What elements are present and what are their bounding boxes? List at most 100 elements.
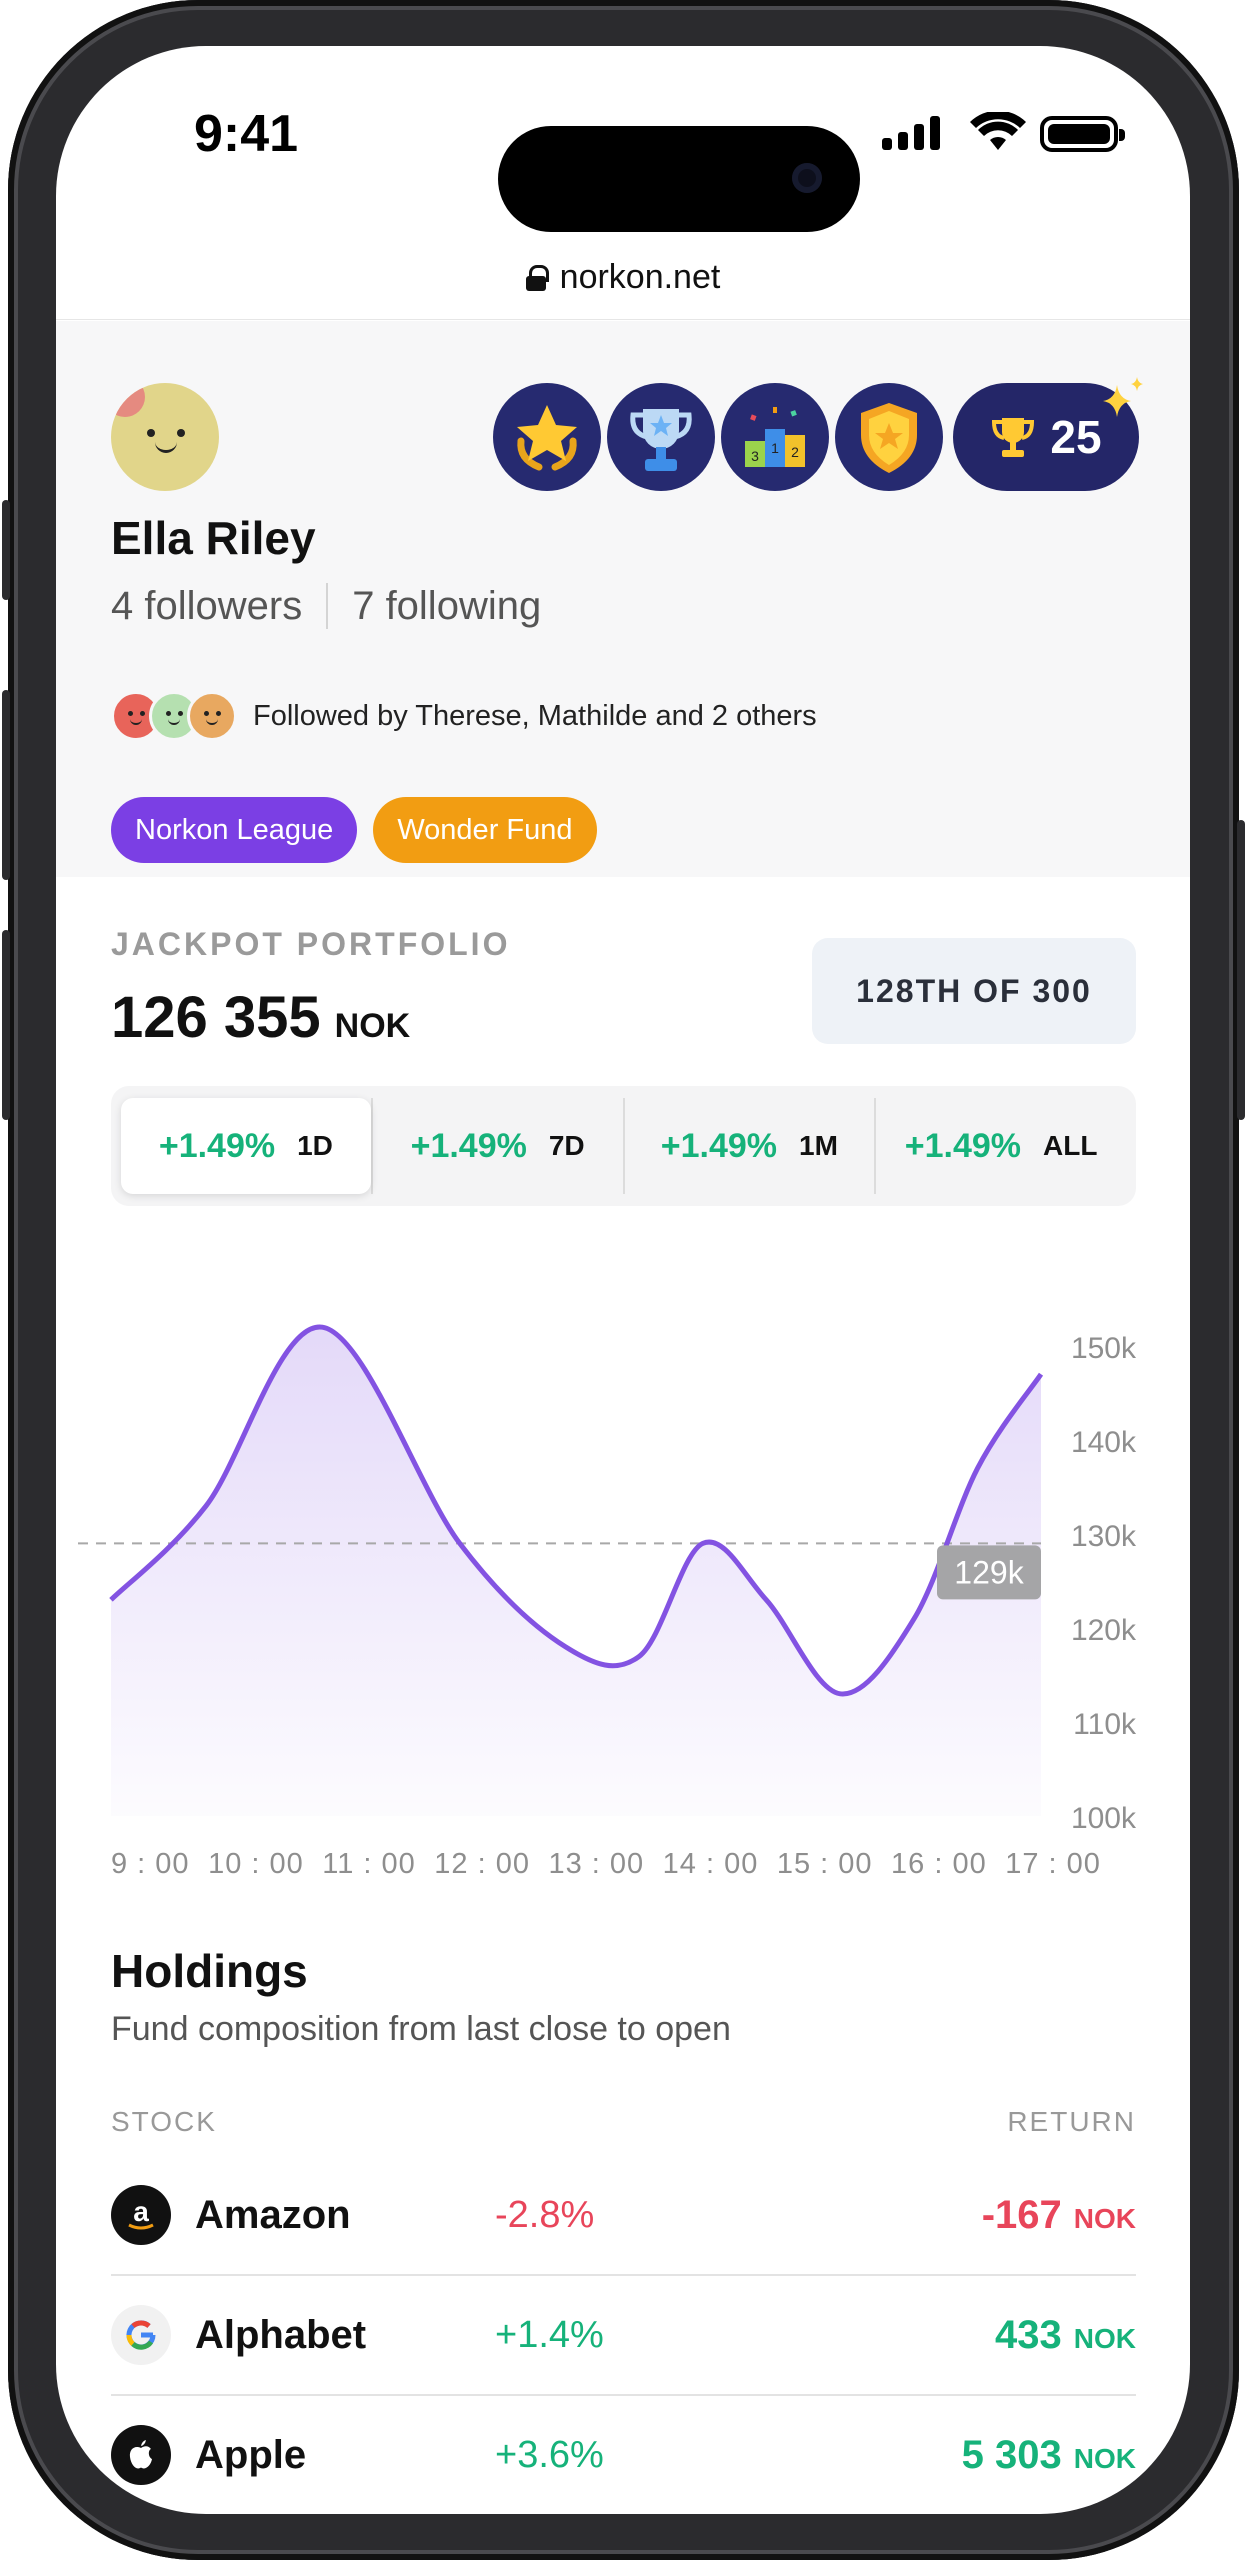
x-tick-label: 17 : 00	[1005, 1848, 1101, 1880]
volume-up-button	[2, 690, 10, 880]
rank-badge[interactable]: 128TH OF 300	[812, 938, 1136, 1044]
tag-wonder-fund[interactable]: Wonder Fund	[373, 797, 597, 863]
tag-norkon-league[interactable]: Norkon League	[111, 797, 358, 863]
url-text: norkon.net	[559, 258, 721, 296]
chart-reference-label: 129k	[937, 1545, 1041, 1600]
y-tick-label: 120k	[1071, 1614, 1137, 1647]
stock-name: Alphabet	[195, 2312, 367, 2357]
return-value: 5 303	[961, 2432, 1062, 2477]
y-tick-label: 100k	[1071, 1802, 1137, 1835]
followed-by-row[interactable]: Followed by Therese, Mathilde and 2 othe…	[111, 691, 817, 741]
stock-name: Apple	[195, 2432, 307, 2477]
battery-icon	[1040, 116, 1125, 152]
stock-name: Amazon	[195, 2192, 351, 2237]
period-selector: +1.49% 1D +1.49% 7D +1.49% 1M +1.49% ALL	[111, 1086, 1136, 1206]
stock-change: -2.8%	[495, 2193, 595, 2236]
holdings-subtitle: Fund composition from last close to open	[111, 2010, 731, 2048]
return-currency: NOK	[1073, 2442, 1136, 2474]
profile-name: Ella Riley	[111, 512, 316, 564]
x-tick-label: 14 : 00	[662, 1848, 759, 1880]
sparkle-icon	[1103, 377, 1143, 417]
podium-badge-icon[interactable]: 3 1 2	[721, 383, 829, 491]
portfolio-currency: NOK	[334, 1007, 411, 1045]
y-tick-label: 140k	[1071, 1426, 1137, 1459]
period-tab-1d[interactable]: +1.49% 1D	[121, 1098, 371, 1194]
period-label: 1D	[297, 1130, 333, 1161]
x-tick-label: 15 : 00	[776, 1848, 873, 1880]
x-tick-label: 12 : 00	[434, 1848, 530, 1880]
stock-return: 5 303 NOK	[835, 2433, 1136, 2478]
action-button	[2, 500, 10, 600]
stock-change: +3.6%	[495, 2433, 604, 2476]
svg-text:2: 2	[791, 444, 799, 460]
column-header-return: RETURN	[1007, 2106, 1136, 2137]
stock-change: +1.4%	[495, 2313, 604, 2356]
stock-return: 433 NOK	[835, 2313, 1136, 2358]
shield-star-badge-icon[interactable]	[835, 383, 943, 491]
return-value: 433	[995, 2312, 1062, 2357]
svg-text:129k: 129k	[954, 1554, 1024, 1590]
x-tick-label: 10 : 00	[208, 1848, 304, 1880]
period-change: +1.49%	[410, 1126, 527, 1165]
avatar[interactable]	[111, 383, 219, 491]
period-tab-7d[interactable]: +1.49% 7D	[373, 1098, 623, 1194]
holding-row-amazon[interactable]: a Amazon -2.8% -167 NOK	[111, 2156, 1136, 2276]
y-tick-label: 130k	[1071, 1520, 1137, 1553]
chart-x-axis: 9 : 00 10 : 00 11 : 00 12 : 00 13 : 00 14 : 0…	[111, 1848, 1101, 1881]
google-logo-icon	[111, 2305, 171, 2365]
period-label: 7D	[548, 1130, 585, 1161]
svg-text:1: 1	[771, 440, 779, 456]
profile-header: 3 1 2 25 Ella Riley 4 followers 7 follow…	[56, 321, 1190, 877]
period-change: +1.49%	[904, 1126, 1022, 1165]
chart-area-fill	[111, 1326, 1041, 1816]
return-currency: NOK	[1073, 2322, 1136, 2354]
status-time: 9:41	[194, 105, 299, 163]
portfolio-amount: 126 355	[111, 985, 321, 1050]
divider	[326, 583, 329, 629]
x-tick-label: 16 : 00	[891, 1848, 987, 1880]
apple-logo-icon	[111, 2425, 171, 2485]
period-label: ALL	[1043, 1130, 1098, 1161]
portfolio-chart[interactable]: 129k 150k 140k 130k 120k 110k 100k	[56, 1286, 1190, 1886]
svg-text:a: a	[133, 2196, 149, 2227]
svg-text:3: 3	[751, 448, 759, 464]
column-header-stock: STOCK	[111, 2106, 217, 2137]
y-tick-label: 110k	[1073, 1708, 1137, 1741]
trophy-count-pill[interactable]: 25	[953, 377, 1143, 491]
portfolio-value: 126 355 NOK	[111, 984, 410, 1051]
x-tick-label: 13 : 00	[548, 1848, 645, 1880]
address-bar[interactable]: norkon.net	[56, 236, 1190, 320]
period-tab-all[interactable]: +1.49% ALL	[876, 1098, 1126, 1194]
wifi-icon	[970, 112, 1026, 150]
star-laurel-badge-icon[interactable]	[493, 383, 601, 491]
phone-screen: 9:41 norkon.net 3 1 2 25 Ella Riley 4 fo…	[56, 46, 1190, 2514]
trophy-icon	[992, 418, 1035, 457]
portfolio-label: JACKPOT PORTFOLIO	[111, 926, 511, 962]
power-button	[1237, 820, 1245, 1120]
following-count[interactable]: 7 following	[352, 584, 541, 629]
period-change: +1.49%	[660, 1126, 778, 1165]
holding-row-apple[interactable]: Apple +3.6% 5 303 NOK	[111, 2396, 1136, 2514]
holding-row-alphabet[interactable]: Alphabet +1.4% 433 NOK	[111, 2276, 1136, 2396]
stock-return: -167 NOK	[835, 2193, 1136, 2238]
trophy-cup-badge-icon[interactable]	[607, 383, 715, 491]
follow-stats: 4 followers 7 following	[111, 583, 541, 629]
period-label: 1M	[799, 1130, 838, 1161]
period-tab-1m[interactable]: +1.49% 1M	[625, 1098, 875, 1194]
holdings-title: Holdings	[111, 1945, 308, 1997]
return-value: -167	[981, 2192, 1062, 2237]
y-tick-label: 150k	[1071, 1332, 1137, 1365]
period-change: +1.49%	[158, 1126, 276, 1165]
camera-icon	[792, 163, 822, 193]
trophy-count: 25	[1050, 411, 1102, 463]
league-tags: Norkon League Wonder Fund	[111, 797, 597, 863]
x-tick-label: 11 : 00	[322, 1848, 416, 1880]
amazon-logo-icon: a	[111, 2185, 171, 2245]
x-tick-label: 9 : 00	[111, 1848, 190, 1880]
follower-avatars	[111, 691, 237, 741]
volume-down-button	[2, 930, 10, 1120]
followed-by-text: Followed by Therese, Mathilde and 2 othe…	[253, 699, 817, 732]
followers-count[interactable]: 4 followers	[111, 584, 302, 629]
return-currency: NOK	[1073, 2202, 1136, 2234]
dynamic-island	[498, 126, 860, 232]
